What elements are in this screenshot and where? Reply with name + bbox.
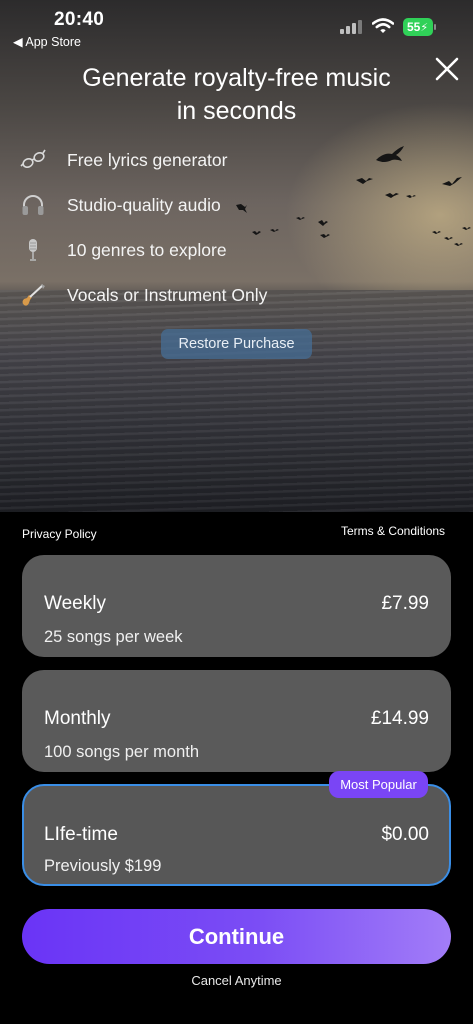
headphones-icon bbox=[22, 195, 44, 215]
title-line-2: in seconds bbox=[176, 97, 297, 125]
feature-item: Studio-quality audio bbox=[20, 190, 350, 220]
microphone-icon bbox=[29, 239, 37, 261]
plan-description: 25 songs per week bbox=[44, 628, 183, 646]
continue-button[interactable]: Continue bbox=[22, 909, 451, 964]
terms-conditions-link[interactable]: Terms & Conditions bbox=[341, 524, 445, 538]
plan-name: LIfe-time bbox=[44, 824, 118, 845]
most-popular-badge: Most Popular bbox=[329, 771, 428, 798]
feature-label: 10 genres to explore bbox=[67, 240, 227, 260]
feature-item: Vocals or Instrument Only bbox=[20, 280, 350, 310]
feature-label: Studio-quality audio bbox=[67, 195, 221, 215]
plan-name: Monthly bbox=[44, 708, 111, 729]
plan-card-lifetime[interactable]: LIfe-time $0.00 Previously $199 bbox=[22, 784, 451, 886]
battery-indicator: 55⚡ bbox=[403, 18, 433, 36]
plan-name: Weekly bbox=[44, 593, 106, 614]
wifi-icon bbox=[372, 18, 394, 33]
guitar-icon bbox=[22, 284, 45, 306]
status-time: 20:40 bbox=[54, 9, 105, 30]
plan-card-monthly[interactable]: Monthly £14.99 100 songs per month bbox=[22, 670, 451, 772]
privacy-policy-link[interactable]: Privacy Policy bbox=[22, 527, 97, 541]
plan-description: Previously $199 bbox=[44, 857, 162, 875]
feature-item: 10 genres to explore bbox=[20, 235, 350, 265]
sea-image bbox=[0, 290, 473, 512]
feature-item: Free lyrics generator bbox=[20, 145, 350, 175]
status-bar: 20:40 ◀ App Store 55⚡ bbox=[0, 0, 473, 52]
feature-label: Free lyrics generator bbox=[67, 150, 228, 170]
cancel-anytime-text: Cancel Anytime bbox=[191, 973, 282, 988]
plan-price: £7.99 bbox=[381, 593, 429, 614]
battery-level: 55 bbox=[407, 20, 421, 34]
title-line-1: Generate royalty-free music bbox=[82, 64, 391, 92]
restore-purchase-button[interactable]: Restore Purchase bbox=[161, 329, 312, 359]
page-title: Generate royalty-free music in seconds bbox=[40, 62, 433, 128]
plan-card-weekly[interactable]: Weekly £7.99 25 songs per week bbox=[22, 555, 451, 657]
close-icon[interactable] bbox=[432, 54, 462, 84]
plan-price: £14.99 bbox=[370, 708, 429, 729]
glasses-icon bbox=[20, 149, 46, 168]
back-to-app-store-link[interactable]: ◀ App Store bbox=[13, 34, 81, 49]
cellular-signal-icon bbox=[340, 20, 364, 34]
feature-label: Vocals or Instrument Only bbox=[67, 285, 268, 305]
plan-price: $0.00 bbox=[381, 824, 429, 845]
battery-cap bbox=[434, 24, 436, 30]
plan-description: 100 songs per month bbox=[44, 743, 200, 761]
charging-bolt-icon: ⚡ bbox=[420, 22, 429, 34]
